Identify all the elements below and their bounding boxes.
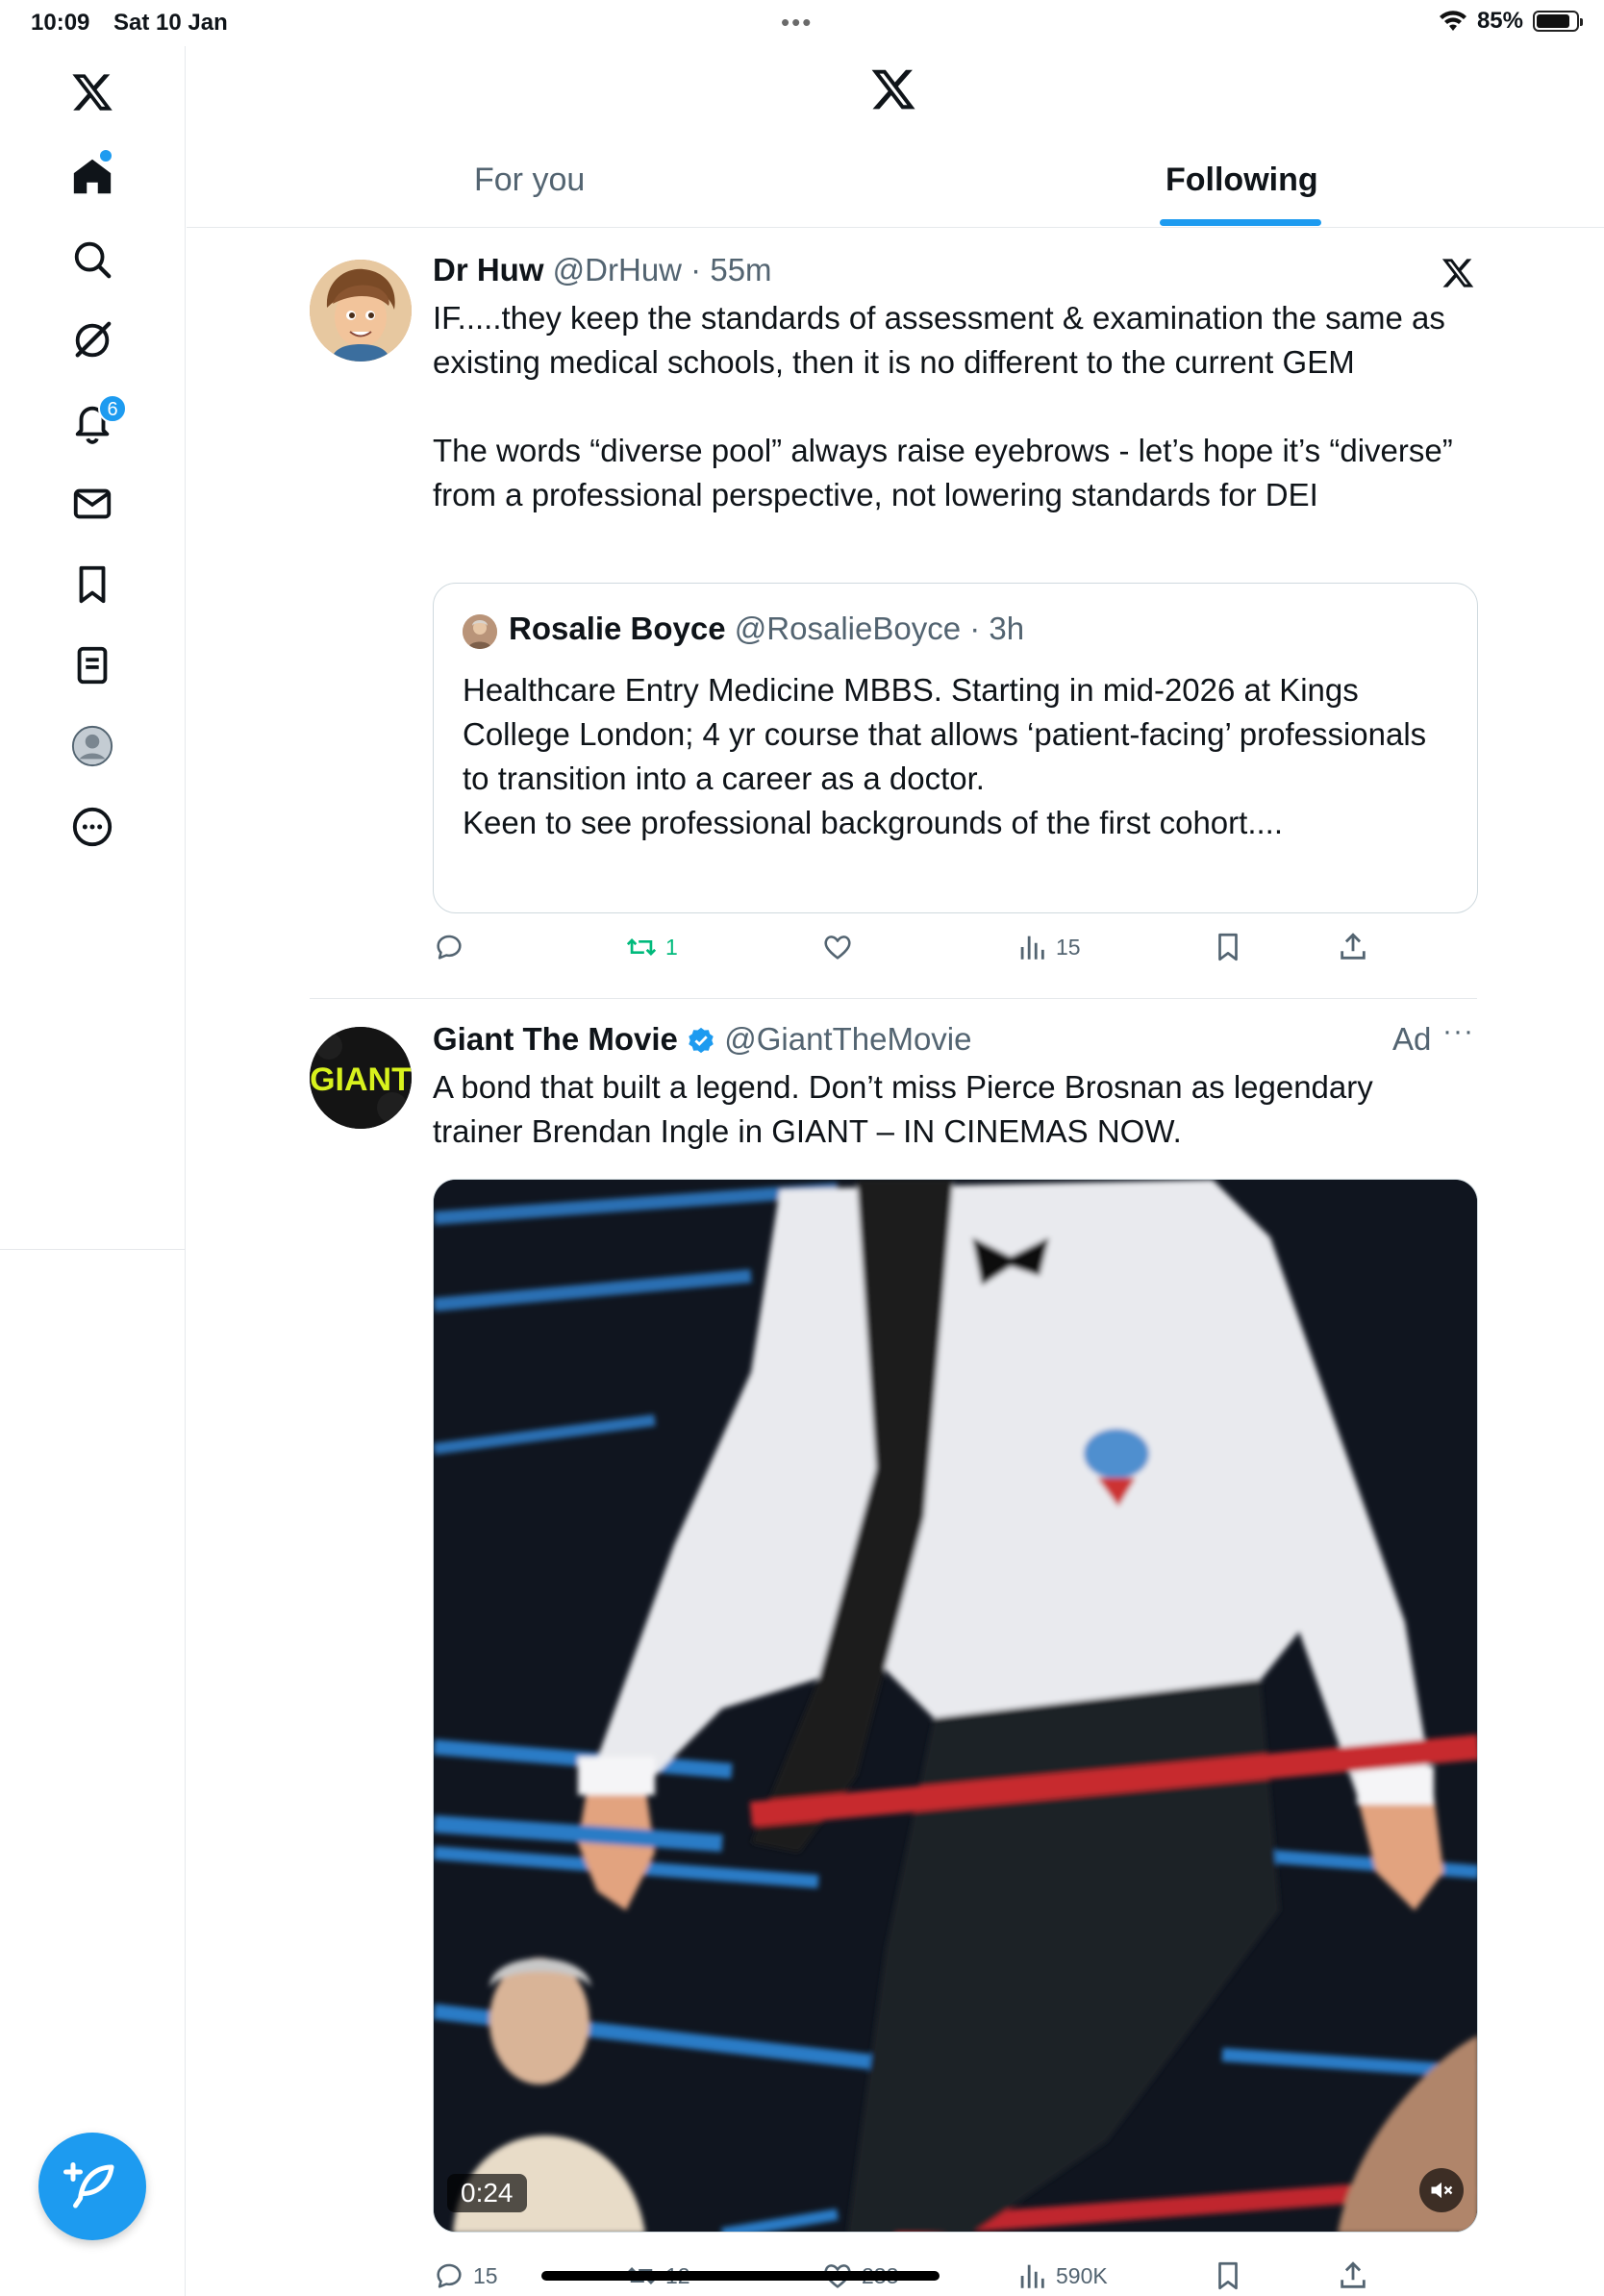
share-button[interactable]	[1337, 2259, 1369, 2292]
avatar[interactable]	[310, 260, 412, 362]
author-handle: @RosalieBoyce	[734, 611, 962, 646]
quote-text: Keen to see professional backgrounds of …	[463, 805, 1283, 840]
post-time: 3h	[989, 611, 1025, 646]
post-header: Dr Huw @DrHuw · 55m	[433, 252, 772, 287]
ad-label: Ad	[1392, 1021, 1432, 1057]
x-logo-icon	[1441, 259, 1474, 287]
sidebar: 6	[0, 46, 186, 1250]
home-icon[interactable]	[58, 142, 127, 212]
timeline-header: For you Following	[187, 46, 1604, 228]
share-icon	[1341, 933, 1366, 960]
more-icon[interactable]	[58, 792, 127, 861]
views-chart-icon	[1020, 2264, 1044, 2288]
compose-icon	[63, 2162, 114, 2209]
reply-icon	[437, 935, 462, 960]
author-name: Rosalie Boyce	[509, 611, 726, 646]
video-duration: 0:24	[447, 2174, 527, 2212]
post-header: Giant The Movie @GiantTheMovie	[433, 1021, 971, 1058]
status-time: 10:09	[31, 10, 90, 36]
avatar[interactable]: GIANT	[310, 1027, 412, 1129]
post-divider	[310, 998, 1477, 999]
post-actions: 1 15	[433, 931, 1471, 979]
views-button[interactable]: 590K	[1015, 2259, 1108, 2292]
svg-text:GIANT: GIANT	[310, 1061, 412, 1098]
bookmark-icon	[1218, 2261, 1238, 2290]
tab-for-you[interactable]: For you	[474, 162, 585, 199]
compose-button[interactable]	[38, 2133, 146, 2240]
video-player[interactable]: 0:24	[433, 1179, 1478, 2233]
tab-following[interactable]: Following	[1165, 162, 1318, 199]
repost-icon	[626, 938, 657, 956]
bookmarks-icon[interactable]	[58, 550, 127, 619]
reply-button[interactable]: 15	[433, 2259, 498, 2292]
battery-percent: 85%	[1476, 8, 1523, 34]
multitasking-dots-icon[interactable]: •••	[781, 8, 813, 37]
author-name[interactable]: Giant The Movie	[433, 1021, 678, 1057]
heart-icon	[824, 936, 851, 960]
post-time[interactable]: 55m	[710, 252, 771, 287]
bookmark-icon	[1218, 933, 1238, 961]
status-bar: 10:09 Sat 10 Jan ••• 85%	[0, 0, 1604, 46]
status-indicators: 85%	[1439, 8, 1583, 35]
avatar	[463, 614, 497, 649]
battery-icon	[1533, 11, 1583, 32]
notifications-badge: 6	[98, 394, 127, 423]
author-name[interactable]: Dr Huw	[433, 252, 544, 287]
muted-speaker-icon	[1431, 2182, 1453, 2199]
reply-icon	[437, 2263, 462, 2288]
verified-badge-icon	[689, 1027, 714, 1054]
post-text: The words “diverse pool” always raise ey…	[433, 433, 1453, 512]
author-handle[interactable]: @DrHuw	[553, 252, 682, 287]
video-frame-image	[434, 1180, 1477, 2232]
quote-text: Healthcare Entry Medicine MBBS. Starting…	[463, 672, 1427, 796]
reply-button[interactable]	[433, 931, 473, 963]
home-indicator[interactable]	[541, 2271, 940, 2281]
bookmark-button[interactable]	[1212, 931, 1244, 963]
active-tab-indicator	[1160, 219, 1321, 226]
notifications-icon[interactable]: 6	[58, 388, 127, 458]
post[interactable]: GIANT Giant The Movie @GiantTheMovie Ad …	[310, 1015, 1478, 2290]
views-count: 15	[1056, 934, 1081, 960]
views-count: 590K	[1056, 2262, 1108, 2288]
messages-icon[interactable]	[58, 469, 127, 538]
quoted-post[interactable]: Rosalie Boyce @RosalieBoyce · 3h Healthc…	[433, 583, 1478, 913]
search-icon[interactable]	[58, 225, 127, 294]
x-logo-icon[interactable]	[869, 65, 917, 113]
repost-button[interactable]: 1	[625, 931, 678, 963]
post-text: A bond that built a legend. Don’t miss P…	[433, 1069, 1373, 1149]
profile-icon[interactable]	[58, 711, 127, 781]
reply-count: 15	[473, 2262, 498, 2288]
bookmark-button[interactable]	[1212, 2259, 1244, 2292]
post-text: IF.....they keep the standards of assess…	[433, 300, 1445, 380]
quote-header: Rosalie Boyce @RosalieBoyce · 3h	[509, 611, 1025, 646]
share-icon	[1341, 2261, 1366, 2288]
wifi-icon	[1439, 11, 1466, 31]
lists-icon[interactable]	[58, 631, 127, 700]
mute-button[interactable]	[1419, 2168, 1464, 2212]
home-unread-dot	[100, 150, 112, 162]
x-logo-icon[interactable]	[58, 58, 127, 127]
repost-count: 1	[665, 934, 678, 960]
status-date: Sat 10 Jan	[113, 10, 228, 36]
grok-icon[interactable]	[58, 306, 127, 375]
views-button[interactable]: 15	[1015, 931, 1081, 963]
like-button[interactable]	[821, 931, 862, 963]
post[interactable]: Dr Huw @DrHuw · 55m IF.....they keep the…	[310, 252, 1478, 963]
share-button[interactable]	[1337, 931, 1369, 963]
views-chart-icon	[1020, 936, 1044, 960]
more-options-icon[interactable]: ···	[1442, 1015, 1474, 1048]
author-handle[interactable]: @GiantTheMovie	[724, 1021, 971, 1057]
